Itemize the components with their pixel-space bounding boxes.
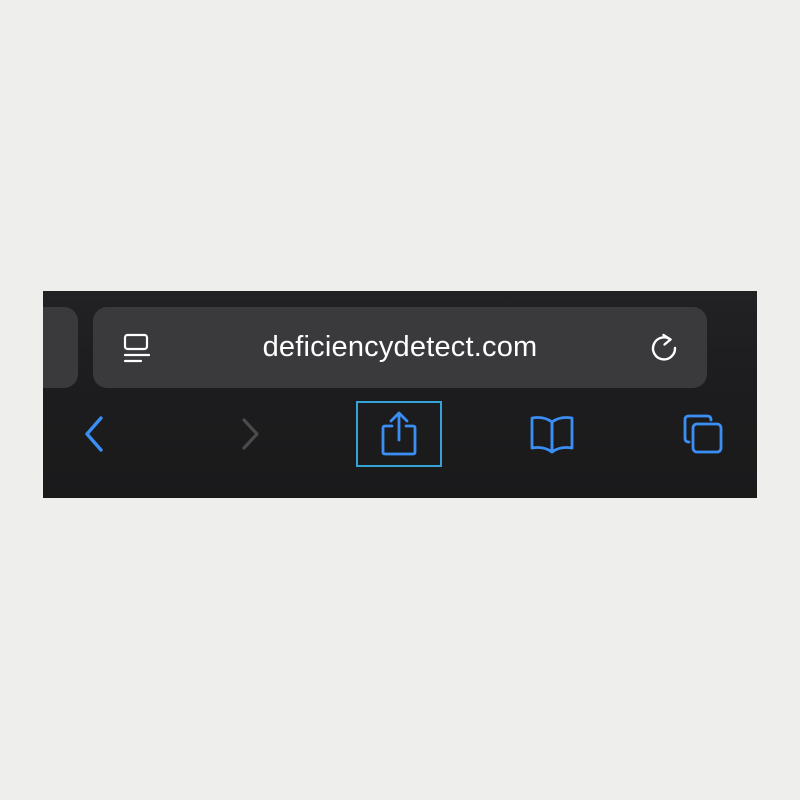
chevron-right-icon bbox=[242, 418, 259, 450]
reload-button[interactable] bbox=[643, 327, 685, 369]
tabs-button[interactable] bbox=[660, 401, 746, 467]
chevron-left-icon bbox=[85, 416, 103, 452]
browser-bottom-bar: deficiencydetect.com bbox=[43, 291, 757, 498]
previous-tab-peek[interactable] bbox=[43, 307, 78, 388]
url-text[interactable]: deficiencydetect.com bbox=[183, 307, 617, 388]
forward-button[interactable] bbox=[208, 401, 294, 467]
reload-icon bbox=[651, 333, 677, 361]
reader-mode-button[interactable] bbox=[117, 329, 157, 369]
address-bar[interactable]: deficiencydetect.com bbox=[93, 307, 707, 388]
back-button[interactable] bbox=[53, 401, 139, 467]
bookmarks-button[interactable] bbox=[509, 401, 595, 467]
tabs-icon bbox=[683, 414, 723, 454]
share-button[interactable] bbox=[356, 401, 442, 467]
book-icon bbox=[530, 416, 574, 454]
reader-mode-icon bbox=[123, 333, 151, 363]
share-icon bbox=[381, 411, 417, 456]
